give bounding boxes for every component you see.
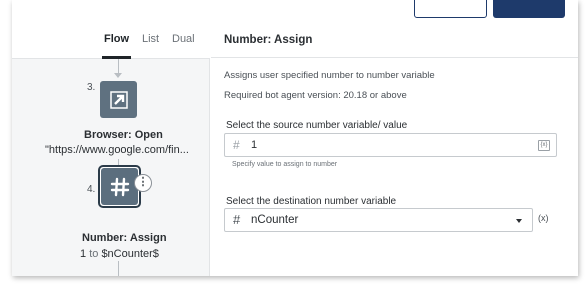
app-window: Flow List Dual 3. Browser: Open "https:/… bbox=[12, 0, 578, 276]
header-secondary-button[interactable] bbox=[414, 0, 487, 18]
open-in-browser-icon bbox=[109, 90, 128, 109]
required-version: Required bot agent version: 20.18 or abo… bbox=[224, 90, 407, 101]
step-number: 3. bbox=[87, 82, 96, 93]
hash-icon bbox=[110, 177, 129, 196]
source-number-input[interactable]: # 1 {x} bbox=[224, 133, 557, 157]
hash-icon: # bbox=[233, 138, 240, 152]
chevron-down-icon bbox=[516, 219, 522, 223]
step-number: 4. bbox=[87, 184, 96, 195]
flow-connector bbox=[118, 261, 119, 276]
step-subtitle: 1 to $nCounter$ bbox=[80, 248, 159, 260]
tab-dual[interactable]: Dual bbox=[172, 33, 195, 45]
tab-list[interactable]: List bbox=[142, 33, 159, 45]
create-variable-button[interactable]: (x) bbox=[538, 213, 549, 223]
step-node-number-assign[interactable] bbox=[101, 168, 138, 205]
destination-field-label: Select the destination number variable bbox=[226, 196, 397, 207]
view-tabs: Flow List Dual bbox=[12, 23, 210, 59]
subtitle-value: 1 bbox=[80, 248, 87, 260]
header-primary-button[interactable] bbox=[493, 0, 565, 18]
step-title: Browser: Open bbox=[84, 129, 163, 141]
subtitle-variable: $nCounter$ bbox=[101, 248, 159, 260]
divider bbox=[211, 57, 578, 58]
insert-variable-icon[interactable]: {x} bbox=[538, 140, 550, 151]
source-field-label: Select the source number variable/ value bbox=[226, 120, 408, 131]
flow-panel: Flow List Dual 3. Browser: Open "https:/… bbox=[12, 23, 210, 276]
step-subtitle: "https://www.google.com/fin... bbox=[45, 144, 189, 156]
flow-arrow bbox=[114, 73, 122, 78]
step-node-browser-open[interactable] bbox=[100, 81, 137, 118]
panel-title: Number: Assign bbox=[224, 34, 313, 46]
destination-variable-select[interactable]: # nCounter bbox=[224, 208, 533, 232]
subtitle-to: to bbox=[89, 248, 99, 260]
source-value: 1 bbox=[251, 139, 258, 151]
step-title: Number: Assign bbox=[82, 232, 167, 244]
hash-icon: # bbox=[233, 212, 241, 227]
destination-value: nCounter bbox=[251, 214, 299, 226]
source-field-hint: Specify value to assign to number bbox=[232, 161, 338, 168]
action-description: Assigns user specified number to number … bbox=[224, 70, 435, 81]
more-options-icon[interactable]: ⋮ bbox=[134, 174, 152, 192]
tab-flow[interactable]: Flow bbox=[101, 33, 132, 59]
